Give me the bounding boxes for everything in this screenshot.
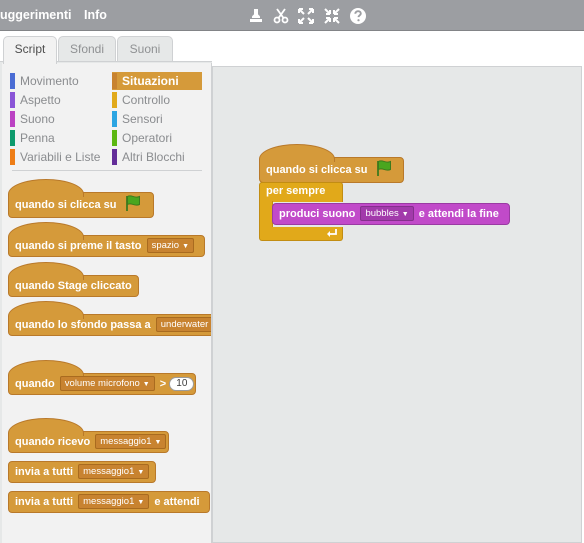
category-operators[interactable]: Operatori [112,129,172,147]
tab-backdrops[interactable]: Sfondi [58,36,116,63]
block-palette-inner: Movimento Aspetto Suono Penna Variabili … [2,63,212,543]
forever-arm [259,201,273,229]
block-label: quando lo sfondo passa a [15,319,151,331]
block-when-sensor-greater[interactable]: quando volume microfono ▼ > 10 [8,360,196,395]
green-flag-icon [376,160,391,176]
sound-dropdown[interactable]: bubbles ▼ [360,206,414,221]
block-palette: Movimento Aspetto Suono Penna Variabili … [0,61,212,543]
hat-cap [8,301,84,319]
forever-bottom [259,227,343,241]
hat-cap [8,222,84,240]
dropdown-arrow-icon: ▼ [154,439,162,446]
block-when-i-receive[interactable]: quando ricevo messaggio1 ▼ [8,418,169,453]
block-suffix-label: e attendi [154,496,200,508]
category-looks[interactable]: Aspetto [10,91,61,109]
stamp-icon[interactable] [246,6,266,26]
block-broadcast-and-wait[interactable]: invia a tutti messaggio1 ▼ e attendi [8,491,210,513]
block-suffix-label: e attendi la fine [418,208,499,220]
category-data[interactable]: Variabili e Liste [10,148,100,166]
tab-bar: Script Sfondi Suoni [0,31,584,64]
menu-suggestions[interactable]: uggerimenti [0,8,72,22]
dropdown-arrow-icon: ▼ [142,381,150,388]
dropdown-arrow-icon: ▼ [182,243,189,250]
block-broadcast[interactable]: invia a tutti messaggio1 ▼ [8,461,156,483]
hat-cap [259,144,335,162]
dropdown-value: underwater [160,319,209,330]
block-label: quando ricevo [15,436,91,448]
category-control[interactable]: Controllo [112,91,170,109]
message-dropdown[interactable]: messaggio1 ▼ [95,434,167,449]
block-label: quando [15,378,55,390]
tab-sounds[interactable]: Suoni [117,36,173,63]
block-label: quando si preme il tasto [15,240,142,252]
hat-cap [8,418,84,436]
category-motion[interactable]: Movimento [10,72,79,90]
category-pen[interactable]: Penna [10,129,55,147]
dropdown-value: bubbles [365,208,399,219]
hat-cap [8,262,84,280]
help-icon[interactable] [348,6,368,26]
dropdown-value: messaggio1 [83,496,135,507]
dropdown-arrow-icon: ▼ [137,469,145,476]
tab-script[interactable]: Script [3,36,57,64]
dropdown-value: spazio [151,240,180,251]
scissors-icon[interactable] [271,6,291,26]
dropdown-value: messaggio1 [100,436,152,447]
loop-arrow-icon [327,229,337,237]
dropdown-arrow-icon: ▼ [401,211,409,218]
sensor-dropdown[interactable]: volume microfono ▼ [59,376,155,391]
dropdown-arrow-icon: ▼ [137,499,145,506]
forever-label: per sempre [266,185,326,197]
operator-label: > [159,378,167,390]
block-label: quando Stage cliccato [15,280,132,292]
block-when-key-pressed[interactable]: quando si preme il tasto spazio ▼ [8,222,205,257]
block-label: quando si clicca su [266,164,368,176]
shrink-icon[interactable] [322,6,342,26]
block-label: quando si clicca su [15,199,117,211]
key-dropdown[interactable]: spazio ▼ [146,238,194,253]
category-sound[interactable]: Suono [10,110,55,128]
menu-bar: uggerimenti Info [0,0,584,31]
script-area[interactable]: quando si clicca su per sempre produci s… [212,66,582,543]
backdrop-dropdown[interactable]: underwater [155,317,211,332]
block-label: produci suono [279,208,356,220]
block-when-backdrop-switches[interactable]: quando lo sfondo passa a underwater [8,301,211,336]
script-when-flag-clicked[interactable]: quando si clicca su [259,144,404,183]
category-events[interactable]: Situazioni [112,72,202,90]
dropdown-value: messaggio1 [83,466,135,477]
green-flag-icon [125,195,140,211]
palette-separator [12,170,202,171]
category-sensing[interactable]: Sensori [112,110,163,128]
block-when-flag-clicked[interactable]: quando si clicca su [8,179,154,218]
block-when-stage-clicked[interactable]: quando Stage cliccato [8,262,139,297]
message-dropdown[interactable]: messaggio1 ▼ [78,494,150,509]
message-dropdown[interactable]: messaggio1 ▼ [78,464,150,479]
menu-info[interactable]: Info [84,8,107,22]
category-more-blocks[interactable]: Altri Blocchi [112,148,185,166]
block-label: invia a tutti [15,496,74,508]
script-forever-block[interactable]: per sempre [259,182,343,202]
hat-cap [8,179,84,197]
grow-icon[interactable] [296,6,316,26]
block-label: invia a tutti [15,466,74,478]
dropdown-value: volume microfono [64,378,140,389]
script-play-sound-until-done[interactable]: produci suono bubbles ▼ e attendi la fine [272,203,510,225]
threshold-input[interactable]: 10 [169,377,195,391]
